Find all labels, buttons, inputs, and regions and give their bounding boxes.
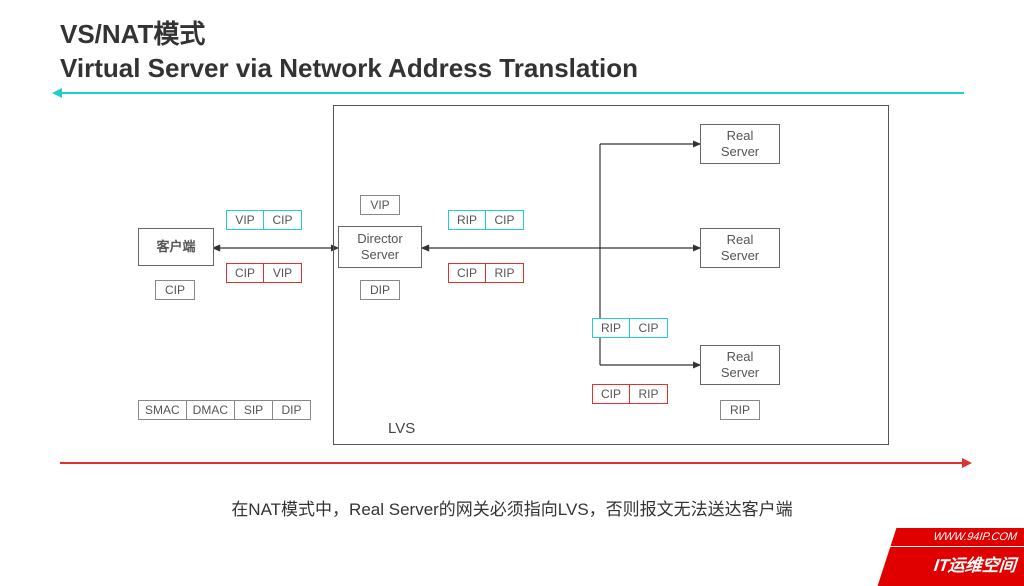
vip-tag: VIP <box>226 210 264 230</box>
watermark-brand: IT运维空间 <box>877 547 1024 586</box>
real-server-1: Real Server <box>700 124 780 164</box>
watermark-corner: WWW.94IP.COM IT运维空间 <box>877 528 1024 586</box>
rip-tag: RIP <box>448 210 486 230</box>
rip-tag-r2: RIP <box>486 263 524 283</box>
diagram-canvas: LVS 客户端 CIP Director Server VIP DIP VIP … <box>60 100 964 450</box>
cip-tag3: CIP <box>630 318 668 338</box>
sip-tag: SIP <box>235 400 273 420</box>
lvs-label: LVS <box>388 420 415 437</box>
client-box: 客户端 <box>138 228 214 266</box>
legend-row: SMAC DMAC SIP DIP <box>138 400 311 420</box>
watermark-url: WWW.94IP.COM <box>890 528 1024 546</box>
dip-tag: DIP <box>273 400 311 420</box>
cip-tag: CIP <box>264 210 302 230</box>
cip-tag-r: CIP <box>226 263 264 283</box>
diagram-title: VS/NAT模式 Virtual Server via Network Addr… <box>60 18 638 86</box>
rip-cip-pair-rs3-cyan: RIP CIP <box>592 318 668 338</box>
dmac-tag: DMAC <box>187 400 235 420</box>
vip-tag-r: VIP <box>264 263 302 283</box>
rs3-label: Real Server <box>721 349 759 380</box>
director-label: Director Server <box>357 231 403 262</box>
client-label: 客户端 <box>156 239 195 255</box>
real-server-3: Real Server <box>700 345 780 385</box>
real-server-2: Real Server <box>700 228 780 268</box>
rip-tag-r3: RIP <box>630 384 668 404</box>
cip-rip-pair-red: CIP RIP <box>448 263 524 283</box>
cip-vip-pair-red: CIP VIP <box>226 263 302 283</box>
rip-tag3: RIP <box>592 318 630 338</box>
title-line2: Virtual Server via Network Address Trans… <box>60 53 638 83</box>
rip-cip-pair-cyan: RIP CIP <box>448 210 524 230</box>
top-cyan-arrow <box>60 92 964 94</box>
bottom-red-arrow <box>60 462 964 464</box>
cip-tag-r2: CIP <box>448 263 486 283</box>
vip-cip-pair-cyan: VIP CIP <box>226 210 302 230</box>
vip-tag-director: VIP <box>360 195 400 215</box>
dip-tag-director: DIP <box>360 280 400 300</box>
caption-text: 在NAT模式中，Real Server的网关必须指向LVS，否则报文无法送达客户… <box>0 495 1024 520</box>
rs2-label: Real Server <box>721 232 759 263</box>
cip-rip-pair-rs3-red: CIP RIP <box>592 384 668 404</box>
smac-tag: SMAC <box>138 400 187 420</box>
title-line1: VS/NAT模式 <box>60 19 205 49</box>
rs1-label: Real Server <box>721 128 759 159</box>
cip-tag2: CIP <box>486 210 524 230</box>
cip-tag-r3: CIP <box>592 384 630 404</box>
cip-tag-client: CIP <box>155 280 195 300</box>
director-box: Director Server <box>338 226 422 268</box>
rip-tag-rs3: RIP <box>720 400 760 420</box>
